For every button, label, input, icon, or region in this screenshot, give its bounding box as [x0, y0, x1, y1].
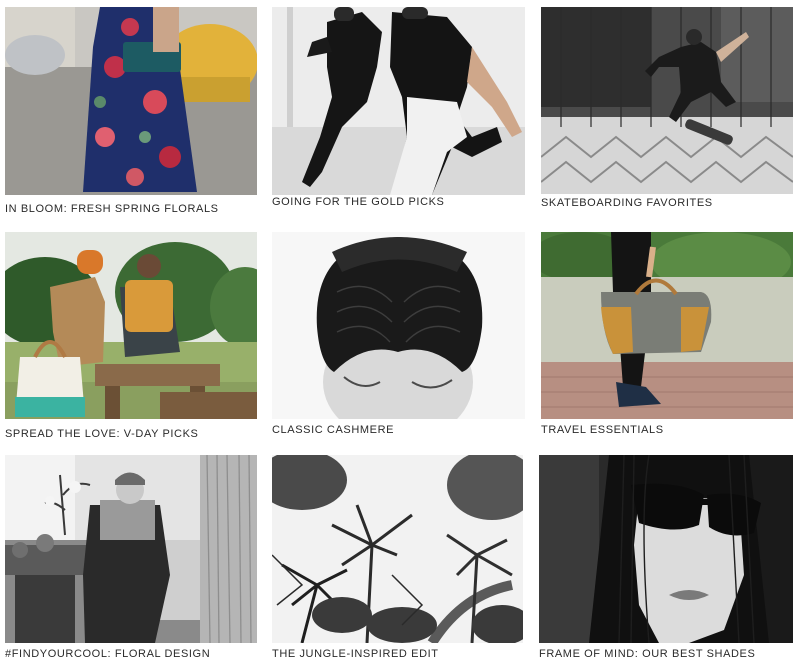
tile-image-skateboarding[interactable]	[541, 7, 793, 194]
tile-image-jungle-edit[interactable]	[272, 455, 523, 643]
tile-image-gold-picks[interactable]	[272, 7, 525, 195]
tile-image-vday-picks[interactable]	[5, 232, 257, 419]
collection-tile-skateboarding[interactable]: SKATEBOARDING FAVORITES	[541, 7, 793, 214]
tile-caption[interactable]: THE JUNGLE-INSPIRED EDIT	[272, 648, 439, 660]
collection-tile-best-shades[interactable]: FRAME OF MIND: OUR BEST SHADES	[539, 455, 793, 666]
collection-tile-classic-cashmere[interactable]: CLASSIC CASHMERE	[272, 232, 525, 441]
tile-caption[interactable]: #FINDYOURCOOL: FLORAL DESIGN	[5, 648, 210, 660]
tile-caption[interactable]: IN BLOOM: FRESH SPRING FLORALS	[5, 203, 219, 215]
tile-caption[interactable]: SPREAD THE LOVE: V-DAY PICKS	[5, 428, 198, 440]
collection-tile-vday-picks[interactable]: SPREAD THE LOVE: V-DAY PICKS	[5, 232, 257, 441]
tile-image-spring-florals[interactable]	[5, 7, 257, 195]
collection-tile-find-your-cool[interactable]: #FINDYOURCOOL: FLORAL DESIGN	[5, 455, 257, 666]
collection-tile-travel-essentials[interactable]: TRAVEL ESSENTIALS	[541, 232, 793, 441]
tile-caption[interactable]: TRAVEL ESSENTIALS	[541, 424, 664, 436]
collection-tile-jungle-edit[interactable]: THE JUNGLE-INSPIRED EDIT	[272, 455, 523, 666]
collection-tile-spring-florals[interactable]: IN BLOOM: FRESH SPRING FLORALS	[5, 7, 257, 221]
tile-image-find-your-cool[interactable]	[5, 455, 257, 643]
tile-caption[interactable]: SKATEBOARDING FAVORITES	[541, 197, 713, 209]
tile-caption[interactable]: CLASSIC CASHMERE	[272, 424, 394, 436]
tile-image-classic-cashmere[interactable]	[272, 232, 525, 419]
tile-image-best-shades[interactable]	[539, 455, 793, 643]
tile-caption[interactable]: FRAME OF MIND: OUR BEST SHADES	[539, 648, 755, 660]
tile-caption[interactable]: GOING FOR THE GOLD PICKS	[272, 196, 445, 208]
tile-image-travel-essentials[interactable]	[541, 232, 793, 419]
collection-tile-gold-picks[interactable]: GOING FOR THE GOLD PICKS	[272, 7, 525, 214]
